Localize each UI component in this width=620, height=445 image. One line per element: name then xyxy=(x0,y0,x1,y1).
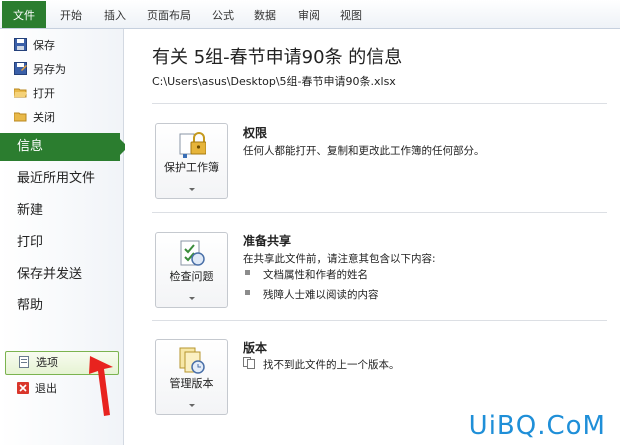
annotation-arrow xyxy=(89,356,113,416)
watermark: UiBQ.CoM xyxy=(468,411,606,441)
